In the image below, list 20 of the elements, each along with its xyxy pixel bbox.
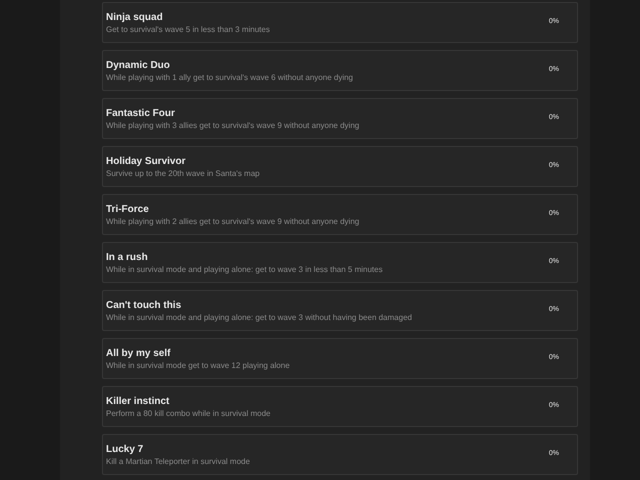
achievement-description: While in survival mode and playing alone: get to wave 3 in less than 5 minutes <box>106 264 384 275</box>
achievement-title: Lucky 7 <box>106 444 144 456</box>
achievement-title: In a rush <box>106 252 149 264</box>
achievement-description: Get to survival's wave 5 in less than 3 minutes <box>106 24 271 35</box>
achievement-description: Survive up to the 20th wave in Santa's map <box>106 168 261 179</box>
achievement-description: While playing with 3 allies get to survival's wave 9 without anyone dying <box>106 120 360 131</box>
achievement-description: While playing with 2 allies get to survival's wave 9 without anyone dying <box>106 216 360 227</box>
achievement-description: While playing with 1 ally get to survival's wave 6 without anyone dying <box>106 72 354 83</box>
achievement-title: Can't touch this <box>106 300 182 312</box>
achievement-title: Fantastic Four <box>106 108 176 120</box>
achievement-description: While in survival mode get to wave 12 playing alone <box>106 360 291 371</box>
achievement-title: Ninja squad <box>106 12 164 24</box>
achievement-title: All by my self <box>106 348 172 360</box>
achievement-description: Perform a 80 kill combo while in survival mode <box>106 408 272 419</box>
achievement-description: Kill a Martian Teleporter in survival mode <box>106 456 251 467</box>
achievement-description: While in survival mode and playing alone: get to wave 3 without having been damaged <box>106 312 413 323</box>
achievement-title: Tri-Force <box>106 204 150 216</box>
achievement-title: Killer instinct <box>106 396 170 408</box>
achievement-title: Holiday Survivor <box>106 156 186 168</box>
achievement-title: Dynamic Duo <box>106 60 171 72</box>
